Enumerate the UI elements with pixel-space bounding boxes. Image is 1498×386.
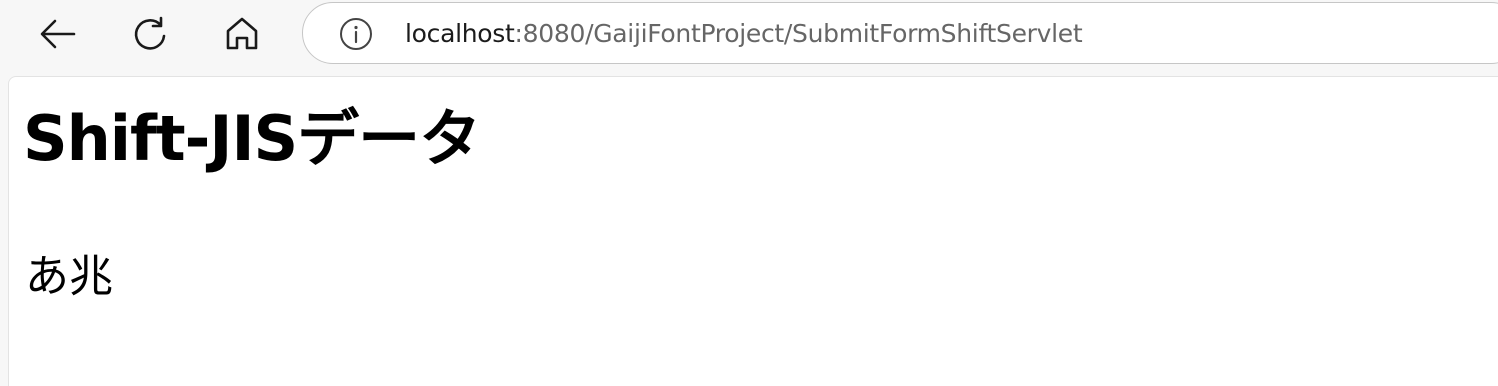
url-text[interactable]: localhost:8080/GaijiFontProject/SubmitFo… — [405, 17, 1083, 51]
data-text: あ兆 — [25, 251, 113, 302]
back-button[interactable] — [36, 12, 80, 56]
page-content: Shift-JISデータ あ兆 — [8, 76, 1498, 386]
address-bar[interactable]: localhost:8080/GaijiFontProject/SubmitFo… — [302, 2, 1498, 64]
reload-icon — [134, 16, 166, 50]
info-icon[interactable] — [339, 17, 373, 51]
reload-button[interactable] — [128, 12, 172, 56]
browser-toolbar: localhost:8080/GaijiFontProject/SubmitFo… — [0, 0, 1498, 76]
url-host: localhost — [405, 19, 515, 48]
home-icon — [226, 17, 258, 50]
page-title: Shift-JISデータ — [23, 102, 481, 175]
arrow-left-icon — [40, 19, 76, 49]
url-path: :8080/GaijiFontProject/SubmitFormShiftSe… — [514, 19, 1083, 48]
home-button[interactable] — [220, 12, 264, 56]
